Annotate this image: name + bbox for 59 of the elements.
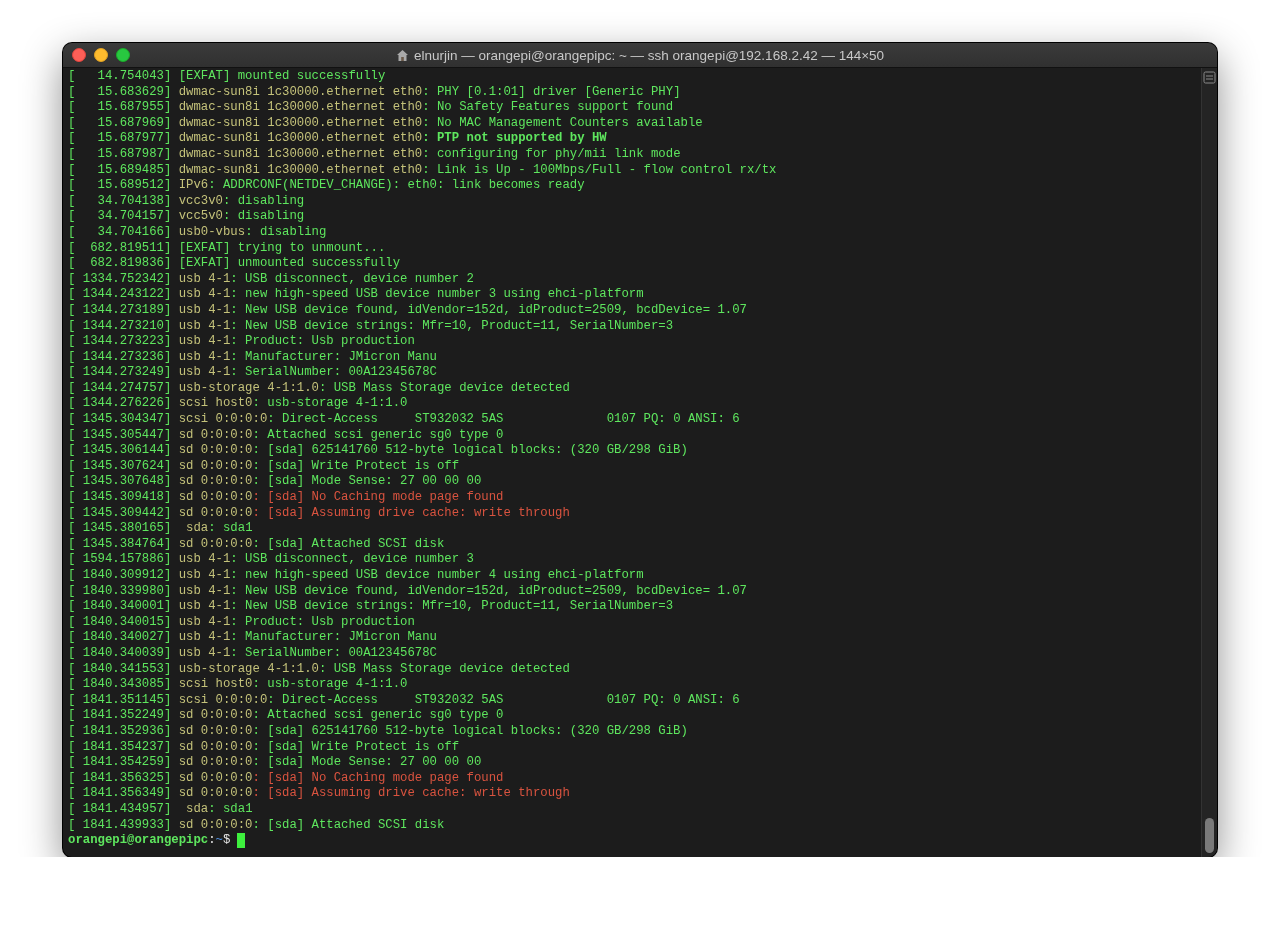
log-line: [ 1345.384764] sd 0:0:0:0: [sda] Attached SCSI disk bbox=[68, 536, 445, 553]
log-line: [ 34.704166] usb0-vbus: disabling bbox=[68, 224, 327, 241]
log-line: [ 1840.309912] usb 4-1: new high-speed USB device number 4 using ehci-platform bbox=[68, 568, 644, 584]
log-line: [ 1345.380165] sda: sda1 bbox=[68, 521, 253, 537]
log-line: [ 15.683629] dwmac-sun8i 1c30000.ethernet eth0: PHY [0.1:01] driver [Generic PHY] bbox=[68, 84, 681, 101]
log-line: [ 682.819511] [EXFAT] trying to unmount... bbox=[68, 240, 386, 257]
log-line: [ 1840.340001] usb 4-1: New USB device strings: Mfr=10, Product=11, SerialNumber=3 bbox=[68, 599, 674, 615]
log-line: [ 1840.339980] usb 4-1: New USB device found, idVendor=152d, idProduct=2509, bcdDevice= 1.07 bbox=[68, 583, 747, 600]
log-line: [ 1345.304347] scsi 0:0:0:0: Direct-Access ST932032 5AS 0107 PQ: 0 ANSI: 6 bbox=[68, 412, 740, 428]
log-line: [ 1344.273189] usb 4-1: New USB device found, idVendor=152d, idProduct=2509, bcdDevice= 1.07 bbox=[68, 302, 747, 319]
log-line: [ 1345.309442] sd 0:0:0:0: [sda] Assuming drive cache: write through bbox=[68, 505, 570, 522]
log-line: [ 1840.340027] usb 4-1: Manufacturer: JMicron Manu bbox=[68, 630, 437, 646]
log-line: [ 15.687977] dwmac-sun8i 1c30000.ethernet eth0: PTP not supported by HW bbox=[68, 131, 607, 147]
log-line: [ 1840.343085] scsi host0: usb-storage 4-1:1.0 bbox=[68, 677, 408, 693]
log-line: [ 1840.341553] usb-storage 4-1:1.0: USB Mass Storage device detected bbox=[68, 661, 570, 678]
log-line: [ 1594.157886] usb 4-1: USB disconnect, device number 3 bbox=[68, 552, 474, 568]
log-line: [ 1841.352249] sd 0:0:0:0: Attached scsi generic sg0 type 0 bbox=[68, 708, 504, 724]
minimize-button[interactable] bbox=[94, 48, 108, 62]
log-line: [ 1841.351145] scsi 0:0:0:0: Direct-Access ST932032 5AS 0107 PQ: 0 ANSI: 6 bbox=[68, 692, 740, 709]
log-line: [ 1334.752342] usb 4-1: USB disconnect, device number 2 bbox=[68, 271, 474, 288]
zoom-button[interactable] bbox=[116, 48, 130, 62]
log-line: [ 682.819836] [EXFAT] unmounted successfully bbox=[68, 256, 401, 272]
log-line: [ 1841.356349] sd 0:0:0:0: [sda] Assuming drive cache: write through bbox=[68, 786, 570, 802]
log-line: [ 15.687987] dwmac-sun8i 1c30000.ethernet eth0: configuring for phy/mii link mode bbox=[68, 146, 681, 163]
prompt-path: ~ bbox=[215, 833, 223, 849]
close-button[interactable] bbox=[72, 48, 86, 62]
log-line: [ 15.687955] dwmac-sun8i 1c30000.ethernet eth0: No Safety Features support found bbox=[68, 100, 674, 116]
log-line: [ 1840.340039] usb 4-1: SerialNumber: 00A12345678C bbox=[68, 645, 437, 662]
log-line: [ 1841.354237] sd 0:0:0:0: [sda] Write Protect is off bbox=[68, 739, 460, 756]
log-line: [ 1344.273210] usb 4-1: New USB device strings: Mfr=10, Product=11, SerialNumber=3 bbox=[68, 318, 674, 335]
log-line: [ 1840.340015] usb 4-1: Product: Usb production bbox=[68, 614, 415, 631]
prompt-separator: : bbox=[208, 833, 216, 849]
log-line: [ 1345.309418] sd 0:0:0:0: [sda] No Caching mode page found bbox=[68, 490, 504, 506]
log-line: [ 14.754043] [EXFAT] mounted successfully bbox=[68, 69, 386, 85]
log-line: [ 1841.356325] sd 0:0:0:0: [sda] No Caching mode page found bbox=[68, 770, 504, 787]
log-line: [ 34.704157] vcc5v0: disabling bbox=[68, 209, 305, 225]
log-line: [ 1841.354259] sd 0:0:0:0: [sda] Mode Sense: 27 00 00 00 bbox=[68, 755, 482, 771]
prompt-symbol: $ bbox=[223, 833, 231, 849]
log-line: [ 1344.273236] usb 4-1: Manufacturer: JMicron Manu bbox=[68, 349, 437, 366]
log-line: [ 1841.352936] sd 0:0:0:0: [sda] 625141760 512-byte logical blocks: (320 GB/298 GiB) bbox=[68, 723, 688, 740]
log-line: [ 1345.307624] sd 0:0:0:0: [sda] Write Protect is off bbox=[68, 458, 460, 475]
log-line: [ 1345.305447] sd 0:0:0:0: Attached scsi generic sg0 type 0 bbox=[68, 427, 504, 444]
log-line: [ 1345.306144] sd 0:0:0:0: [sda] 625141760 512-byte logical blocks: (320 GB/298 GiB) bbox=[68, 443, 688, 459]
log-line: [ 1344.274757] usb-storage 4-1:1.0: USB Mass Storage device detected bbox=[68, 380, 570, 397]
text-cursor bbox=[237, 833, 246, 849]
window-title: elnurjin — orangepi@orangepipc: ~ — ssh orangepi@192.168.2.42 — 144×50 bbox=[413, 47, 885, 63]
log-line: [ 1841.439933] sd 0:0:0:0: [sda] Attached SCSI disk bbox=[68, 817, 445, 834]
log-line: [ 15.689512] IPv6: ADDRCONF(NETDEV_CHANGE): eth0: link becomes ready bbox=[68, 178, 585, 194]
log-line: [ 1345.307648] sd 0:0:0:0: [sda] Mode Sense: 27 00 00 00 bbox=[68, 474, 482, 491]
log-line: [ 15.687969] dwmac-sun8i 1c30000.ethernet eth0: No MAC Management Counters available bbox=[68, 115, 703, 132]
prompt-user-host: orangepi@orangepipc bbox=[68, 833, 209, 849]
log-line: [ 15.689485] dwmac-sun8i 1c30000.ethernet eth0: Link is Up - 100Mbps/Full - flow control rx/tx bbox=[68, 162, 777, 179]
log-line: [ 1344.273223] usb 4-1: Product: Usb production bbox=[68, 334, 415, 350]
log-line: [ 34.704138] vcc3v0: disabling bbox=[68, 193, 305, 210]
log-line: [ 1841.434957] sda: sda1 bbox=[68, 801, 253, 818]
log-line: [ 1344.243122] usb 4-1: new high-speed USB device number 3 using ehci-platform bbox=[68, 287, 644, 303]
log-line: [ 1344.276226] scsi host0: usb-storage 4-1:1.0 bbox=[68, 396, 408, 413]
house-icon bbox=[395, 48, 409, 62]
log-line: [ 1344.273249] usb 4-1: SerialNumber: 00A12345678C bbox=[68, 365, 437, 381]
